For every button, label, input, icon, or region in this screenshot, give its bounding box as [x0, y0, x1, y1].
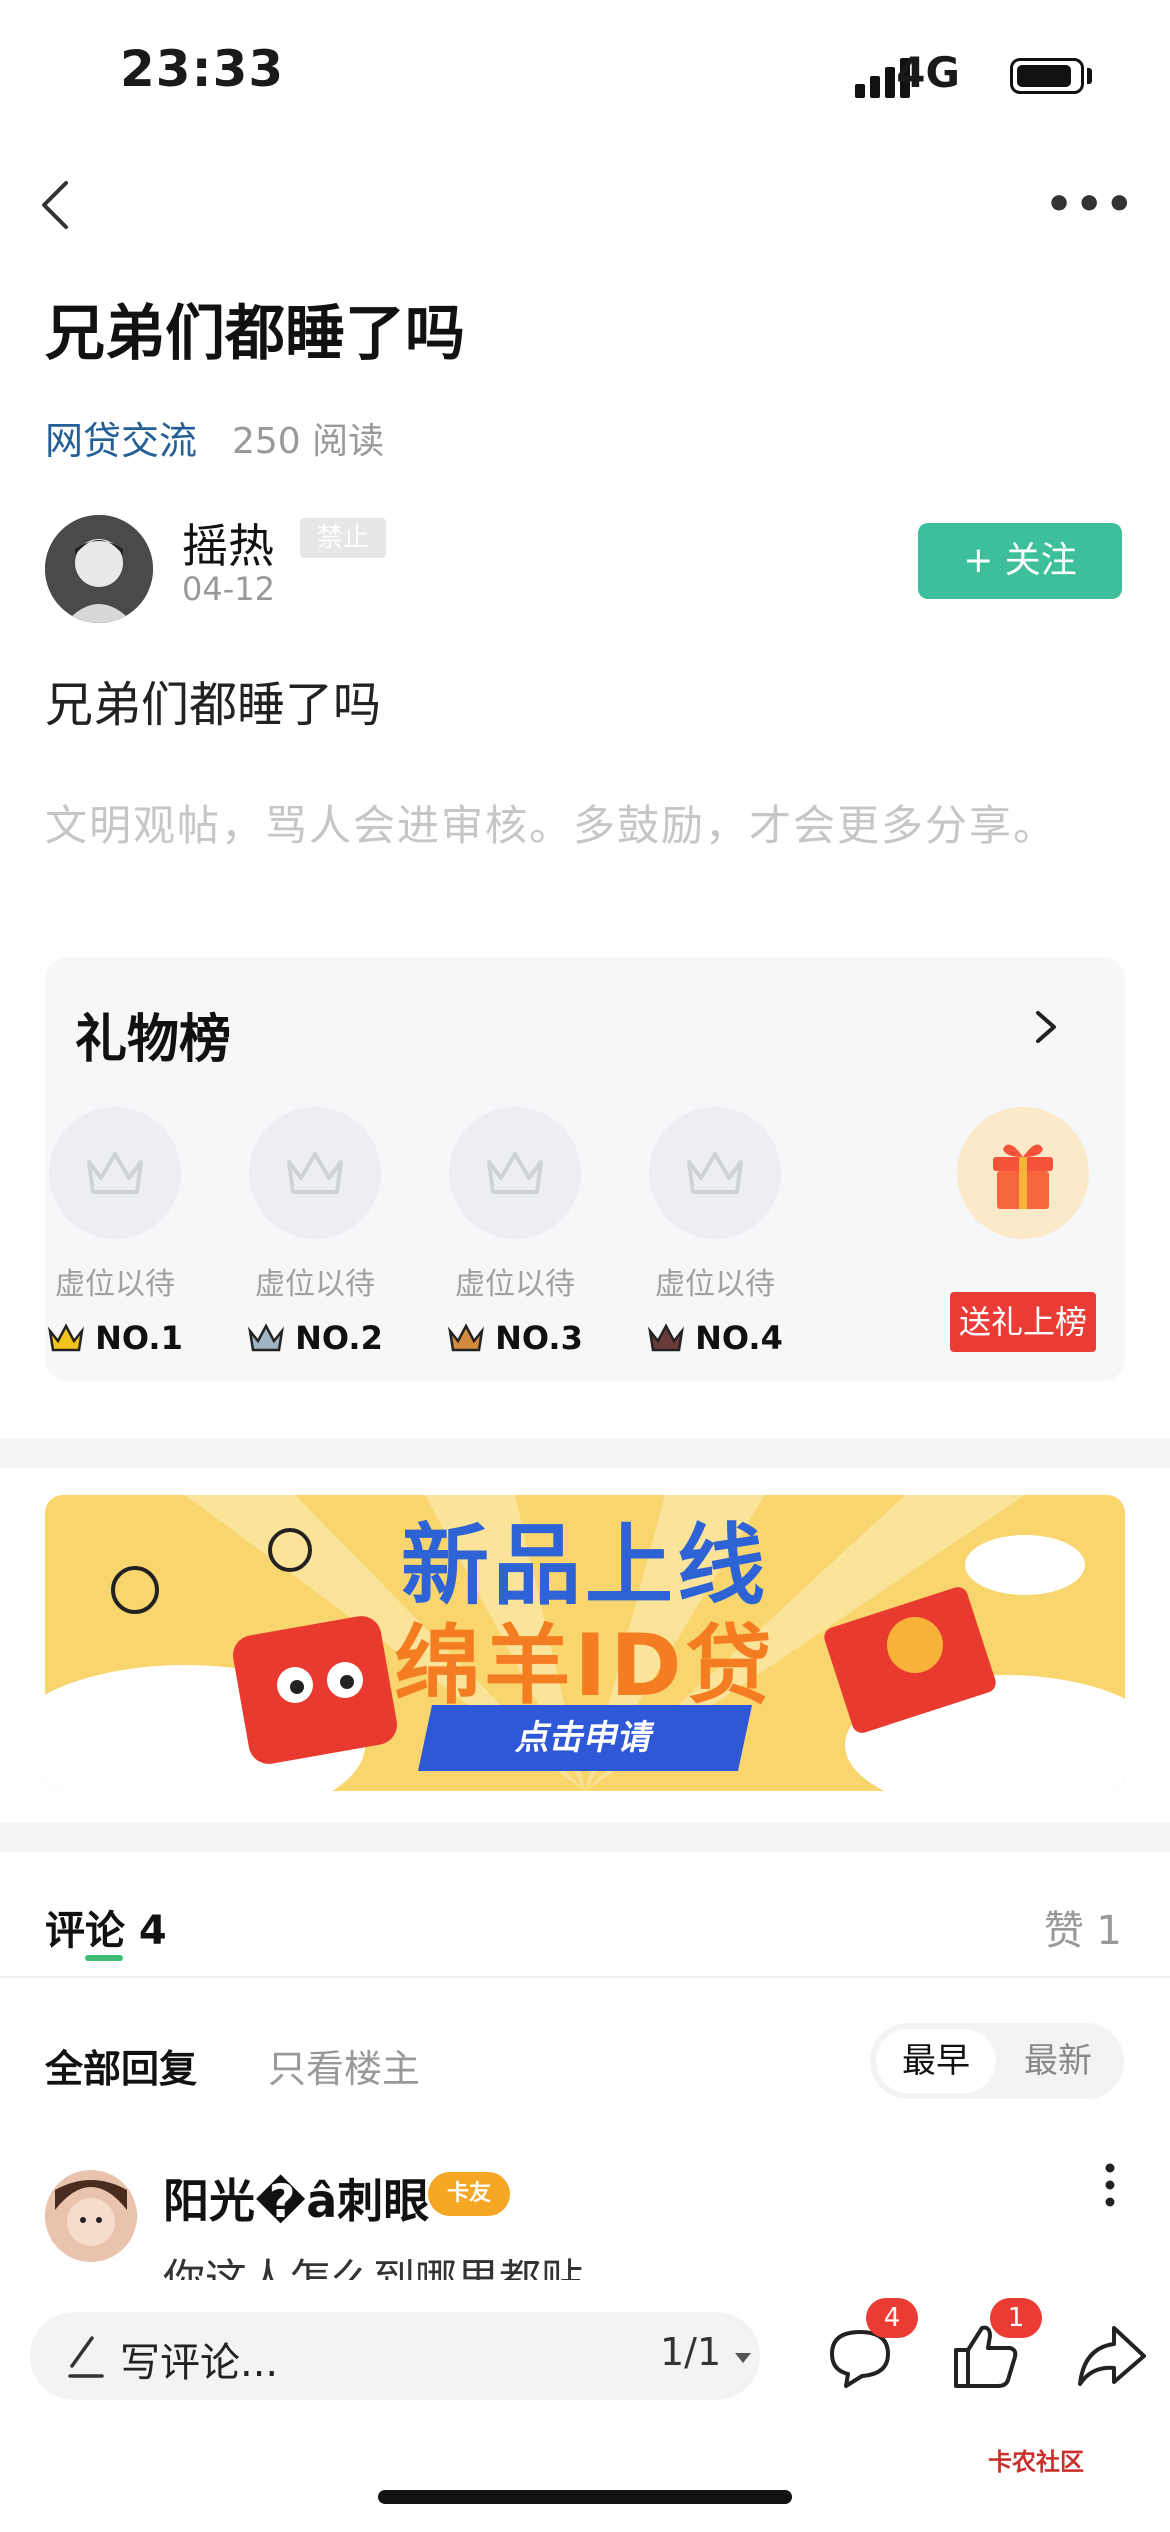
write-comment-placeholder[interactable]: 写评论... [120, 2330, 278, 2388]
gift-slot[interactable]: 虚位以待 NO.4 [645, 1107, 785, 1357]
crown-icon [648, 1323, 685, 1352]
page-count: 1/1 [660, 2330, 722, 2374]
filter-op-only[interactable]: 只看楼主 [268, 2038, 420, 2093]
tab-comments[interactable]: 评论 4 [45, 1898, 167, 1956]
post-title: 兄弟们都睡了吗 [45, 299, 465, 369]
commenter-name[interactable]: 阳光�â刺眼 [163, 2165, 429, 2231]
gift-board-title: 礼物榜 [75, 1010, 232, 1070]
crown-icon [448, 1323, 485, 1352]
category-link[interactable]: 网贷交流 [45, 410, 197, 465]
sort-toggle: 最早 最新 [870, 2023, 1124, 2099]
gift-board-more-button[interactable] [1030, 1007, 1060, 1047]
author-name[interactable]: 摇热 [182, 510, 274, 576]
chevron-right-icon [1036, 1011, 1056, 1043]
more-options-button[interactable]: ••• [1045, 183, 1133, 227]
chevron-left-icon [42, 181, 68, 229]
slot-rank: NO.2 [295, 1319, 383, 1357]
promo-banner[interactable]: 新品上线 绵羊ID贷 点击申请 [45, 1495, 1125, 1791]
gift-board: 礼物榜 虚位以待 NO.1 虚位以待 NO.2 虚位以待 NO.3 虚位以待 N… [45, 957, 1125, 1381]
commenter-avatar[interactable] [45, 2170, 137, 2262]
gift-box-icon[interactable] [957, 1107, 1089, 1239]
share-icon[interactable] [1074, 2318, 1150, 2394]
tab-likes[interactable]: 赞 1 [1044, 1898, 1122, 1956]
active-tab-indicator [85, 1955, 123, 1961]
battery-cap [1087, 68, 1092, 84]
section-divider [0, 1822, 1170, 1852]
send-gift-button[interactable]: 送礼上榜 [950, 1292, 1096, 1352]
pen-icon [68, 2336, 104, 2378]
member-badge: 卡友 [428, 2172, 510, 2216]
slot-label: 虚位以待 [455, 1267, 575, 1302]
author-avatar[interactable] [45, 515, 153, 623]
empty-slot-crown-icon [49, 1107, 181, 1239]
filter-all-replies[interactable]: 全部回复 [45, 2038, 197, 2093]
watermark-logo: 卡农社区 [988, 2448, 1084, 2476]
comment-count-badge: 4 [866, 2298, 918, 2338]
status-time: 23:33 [120, 40, 285, 98]
home-indicator[interactable] [378, 2490, 792, 2504]
page-selector[interactable]: 1/1 [660, 2330, 753, 2374]
empty-slot-crown-icon [449, 1107, 581, 1239]
community-hint: 文明观帖，骂人会进审核。多鼓励，才会更多分享。 [45, 801, 1058, 850]
slot-rank: NO.4 [695, 1319, 783, 1357]
banner-cta[interactable]: 点击申请 [417, 1705, 753, 1771]
slot-label: 虚位以待 [255, 1267, 375, 1302]
gift-slot[interactable]: 虚位以待 NO.1 [45, 1107, 185, 1357]
back-button[interactable] [30, 175, 90, 235]
sort-newest[interactable]: 最新 [998, 2029, 1118, 2093]
sort-earliest[interactable]: 最早 [876, 2029, 996, 2093]
status-badge: 禁止 [300, 518, 386, 558]
crown-icon [48, 1323, 85, 1352]
comment-more-icon[interactable] [1100, 2160, 1120, 2210]
slot-rank: NO.3 [495, 1319, 583, 1357]
post-content: 兄弟们都睡了吗 [45, 677, 382, 733]
gift-slot[interactable]: 虚位以待 NO.2 [245, 1107, 385, 1357]
slot-label: 虚位以待 [55, 1267, 175, 1302]
crown-icon [248, 1323, 285, 1352]
gift-slot[interactable]: 虚位以待 NO.3 [445, 1107, 585, 1357]
banner-product: 绵羊ID贷 [394, 1616, 776, 1716]
network-label: 4G [896, 48, 960, 97]
read-count: 250 阅读 [232, 421, 385, 462]
like-count-badge: 1 [990, 2298, 1042, 2338]
empty-slot-crown-icon [649, 1107, 781, 1239]
caret-down-icon [735, 2353, 752, 2363]
slot-rank: NO.1 [95, 1319, 183, 1357]
comment-text: 你这人怎么到哪里都贴 [163, 2255, 584, 2280]
slot-label: 虚位以待 [655, 1267, 775, 1302]
empty-slot-crown-icon [249, 1107, 381, 1239]
section-divider [0, 1438, 1170, 1468]
post-date: 04-12 [182, 570, 275, 608]
divider [0, 1976, 1170, 1978]
follow-button[interactable]: + 关注 [918, 523, 1122, 599]
battery-icon [1010, 58, 1084, 94]
